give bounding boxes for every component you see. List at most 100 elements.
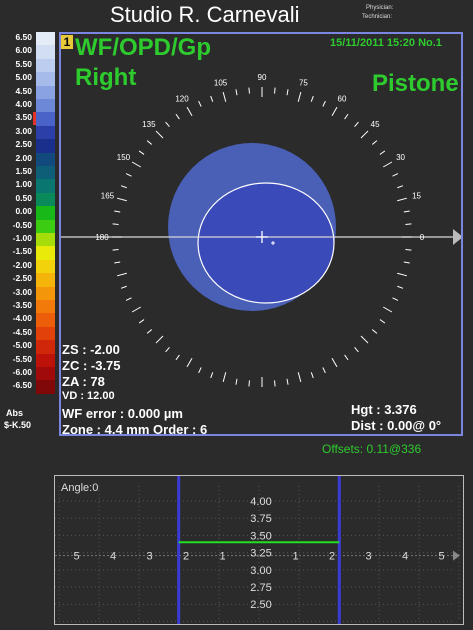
scale-swatch: [36, 367, 55, 381]
scale-swatch: [36, 112, 55, 126]
y-tick-label: 2.75: [250, 582, 271, 594]
axis-tick: [405, 249, 412, 251]
scale-row: 6.00: [0, 45, 58, 59]
scale-swatch: [36, 179, 55, 193]
scale-row: -1.50: [0, 246, 58, 260]
app-title: Studio R. Carnevali: [110, 2, 300, 27]
exam-date: 15/11/2011 15:20 No.1: [330, 37, 442, 49]
scale-value: -3.50: [12, 300, 32, 310]
scale-swatch: [36, 233, 55, 247]
scale-value: 6.50: [15, 32, 32, 42]
scale-row: -0.50: [0, 219, 58, 233]
scale-value: -4.50: [12, 326, 32, 337]
scale-swatch: [36, 139, 55, 153]
eye-label: Right: [75, 64, 137, 91]
axis-tick: [274, 380, 276, 387]
x-tick-label: 1: [292, 551, 298, 563]
scale-marker: [33, 112, 36, 126]
scale-row: 3.00: [0, 125, 58, 140]
zc-value: ZC : -3.75: [62, 358, 121, 373]
scale-value: 5.00: [15, 72, 32, 83]
x-tick-label: 3: [146, 551, 152, 563]
scale-row: 4.00: [0, 99, 58, 113]
axis-tick: [274, 87, 276, 94]
axis-angle-label: 15: [412, 192, 421, 201]
scale-row: 3.50: [0, 112, 58, 126]
scale-row: 2.00: [0, 152, 58, 166]
scale-row: -2.50: [0, 273, 58, 287]
scale-row: 4.50: [0, 85, 58, 99]
x-tick-label: 3: [365, 551, 371, 563]
y-tick-label: 3.25: [250, 548, 271, 560]
scale-value: -4.00: [12, 313, 32, 324]
distance-value: Dist : 0.00@ 0°: [351, 418, 442, 433]
offsets-value: Offsets: 0.11@336: [322, 442, 422, 456]
scale-row: -1.00: [0, 233, 58, 247]
scale-swatch: [36, 326, 55, 341]
scale-value: 4.50: [15, 85, 32, 96]
scale-swatch: [36, 313, 55, 327]
map-index-badge: 1: [61, 35, 73, 49]
axis-angle-label: 45: [371, 120, 380, 129]
scale-row: -4.50: [0, 326, 58, 341]
x-tick-label: 5: [73, 551, 79, 563]
scale-swatch: [36, 125, 55, 140]
scale-value: -2.50: [12, 273, 32, 284]
scale-swatch: [36, 152, 55, 166]
scale-row: -2.00: [0, 259, 58, 274]
scale-swatch: [36, 192, 55, 207]
scale-value: -2.00: [12, 259, 32, 270]
scale-step-label: $-K.50: [4, 420, 32, 430]
scale-value: -5.00: [12, 340, 32, 351]
scale-row: -5.50: [0, 353, 58, 367]
profile-panel[interactable]: 4.00 3.75 3.50 3.25 3.00 2.75 2.50 5 4 3 2 1 1 2 3 4 5 A…: [54, 475, 464, 625]
axis-angle-label: 120: [175, 94, 189, 103]
scale-row: -3.00: [0, 286, 58, 300]
scale-swatch: [36, 353, 55, 367]
scale-value: -6.00: [12, 367, 32, 377]
zone-value: Zone : 4.4 mm Order : 6: [62, 422, 208, 437]
scale-row: 0.00: [0, 206, 58, 220]
y-tick-label: 4.00: [250, 496, 271, 508]
za-value: ZA : 78: [62, 374, 105, 389]
x-tick-label: 5: [438, 551, 444, 563]
technician-label: Technician:: [362, 14, 393, 20]
scale-row: 0.50: [0, 192, 58, 207]
wf-error-value: WF error : 0.000 µm: [62, 406, 183, 421]
scale-value: 0.50: [15, 192, 32, 203]
angle-label: Angle:0: [61, 482, 99, 494]
x-tick-label: 2: [329, 551, 335, 563]
scale-value: 0.00: [15, 206, 32, 217]
scale-swatch: [36, 380, 55, 394]
scale-row: -3.50: [0, 300, 58, 314]
axis-angle-label: 30: [396, 153, 405, 162]
x-tick-label: 4: [110, 551, 116, 563]
scale-value: -5.50: [12, 353, 32, 364]
scale-value: 6.00: [15, 45, 32, 56]
scale-row: 5.50: [0, 58, 58, 73]
axis-tick: [112, 249, 119, 251]
scale-value: -6.50: [12, 380, 32, 391]
y-tick-label: 3.50: [250, 530, 271, 542]
scale-swatch: [36, 340, 55, 354]
axis-angle-label: 135: [142, 120, 156, 129]
scale-value: 1.00: [15, 179, 32, 190]
scale-mode-label: Abs: [6, 408, 24, 418]
scale-row: -4.00: [0, 313, 58, 327]
scale-row: -5.00: [0, 340, 58, 354]
axis-angle-label: 105: [214, 78, 228, 87]
scale-value: -3.00: [12, 286, 32, 297]
scale-value: 2.50: [15, 139, 32, 150]
axis-angle-label: 165: [101, 192, 115, 201]
scale-row: 1.50: [0, 166, 58, 180]
scale-swatch: [36, 300, 55, 314]
y-tick-label: 3.00: [250, 565, 271, 577]
y-tick-label: 2.50: [250, 599, 271, 611]
scale-value: 1.50: [15, 166, 32, 176]
profile-canvas: 4.00 3.75 3.50 3.25 3.00 2.75 2.50 5 4 3 2 1 1 2 3 4 5: [55, 476, 463, 624]
scale-swatch: [36, 166, 55, 180]
scale-row: 5.00: [0, 72, 58, 86]
axis-tick: [248, 87, 250, 94]
scale-value: -1.00: [12, 233, 32, 243]
scale-swatch: [36, 85, 55, 99]
